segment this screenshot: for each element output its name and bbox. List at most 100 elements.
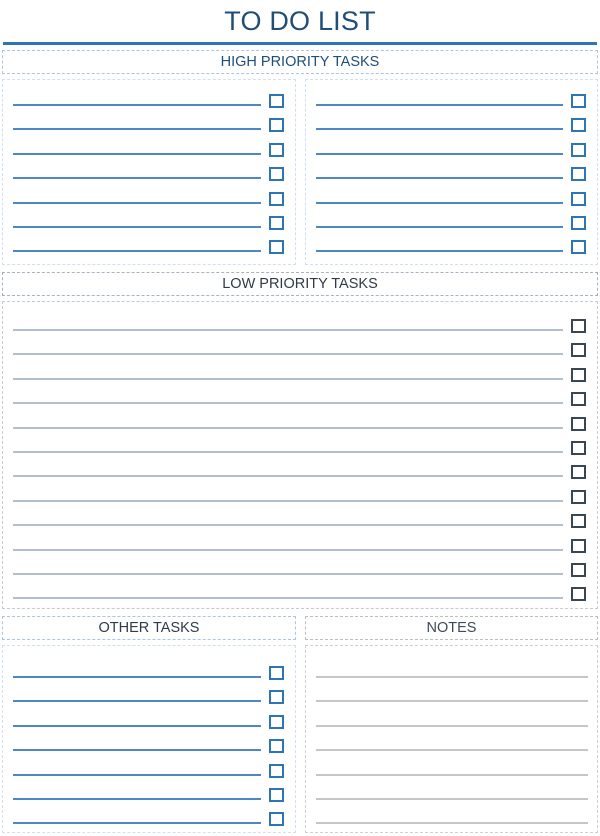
low-priority-task-checkbox[interactable] [571, 319, 586, 333]
other-task-row [3, 779, 295, 803]
other-task-write-line[interactable] [13, 773, 261, 776]
high-priority-task-write-line[interactable] [316, 177, 563, 180]
note-write-line[interactable] [316, 822, 588, 825]
high-priority-task-row [3, 85, 295, 109]
high-priority-task-checkbox[interactable] [571, 167, 586, 182]
other-task-row [3, 803, 295, 827]
low-priority-task-checkbox[interactable] [571, 441, 586, 455]
other-task-checkbox[interactable] [269, 714, 284, 729]
low-priority-task-write-line[interactable] [13, 475, 563, 478]
high-priority-task-write-line[interactable] [13, 201, 261, 204]
high-priority-column-right [305, 79, 598, 265]
other-task-row [3, 681, 295, 705]
high-priority-task-checkbox[interactable] [269, 240, 284, 255]
high-priority-task-checkbox[interactable] [571, 94, 586, 108]
high-priority-task-checkbox[interactable] [571, 118, 586, 133]
low-priority-task-write-line[interactable] [13, 426, 563, 429]
low-priority-task-row [3, 578, 597, 602]
high-priority-task-write-line[interactable] [13, 104, 261, 106]
high-priority-task-row [306, 207, 597, 231]
other-task-row [3, 657, 295, 681]
page-title: TO DO LIST [224, 6, 376, 36]
high-priority-task-checkbox[interactable] [571, 191, 586, 206]
note-row [306, 681, 597, 705]
other-task-write-line[interactable] [13, 676, 261, 678]
high-priority-task-write-line[interactable] [316, 201, 563, 204]
high-priority-task-checkbox[interactable] [269, 118, 284, 133]
high-priority-task-write-line[interactable] [13, 250, 261, 253]
high-priority-task-row [306, 109, 597, 133]
low-priority-task-write-line[interactable] [13, 573, 563, 575]
low-priority-task-row [3, 530, 597, 554]
title-divider [3, 42, 597, 45]
low-priority-task-checkbox[interactable] [571, 563, 586, 577]
low-priority-task-checkbox[interactable] [571, 514, 586, 529]
low-priority-task-write-line[interactable] [13, 499, 563, 502]
note-write-line[interactable] [316, 724, 588, 727]
high-priority-task-row [306, 158, 597, 182]
high-priority-task-write-line[interactable] [13, 177, 261, 180]
high-priority-task-write-line[interactable] [13, 226, 261, 228]
low-priority-task-checkbox[interactable] [571, 538, 586, 553]
low-priority-task-checkbox[interactable] [571, 392, 586, 407]
other-task-checkbox[interactable] [269, 788, 284, 802]
other-task-write-line[interactable] [13, 749, 261, 752]
low-priority-task-checkbox[interactable] [571, 343, 586, 358]
note-write-line[interactable] [316, 700, 588, 703]
high-priority-task-write-line[interactable] [316, 104, 563, 106]
other-tasks-header: OTHER TASKS [2, 616, 296, 640]
note-write-line[interactable] [316, 749, 588, 752]
low-priority-task-checkbox[interactable] [571, 489, 586, 504]
notes-area [305, 645, 598, 833]
low-priority-task-write-line[interactable] [13, 524, 563, 527]
high-priority-header: HIGH PRIORITY TASKS [2, 50, 598, 74]
low-priority-task-row [3, 456, 597, 480]
other-task-checkbox[interactable] [269, 666, 284, 680]
other-task-checkbox[interactable] [269, 690, 284, 705]
other-task-write-line[interactable] [13, 822, 261, 825]
low-priority-header: LOW PRIORITY TASKS [2, 272, 598, 296]
high-priority-task-checkbox[interactable] [269, 216, 284, 230]
note-write-line[interactable] [316, 676, 588, 678]
other-task-row [3, 706, 295, 730]
low-priority-task-row [3, 334, 597, 358]
high-priority-task-checkbox[interactable] [269, 191, 284, 206]
low-priority-task-checkbox[interactable] [571, 587, 586, 602]
other-task-write-line[interactable] [13, 700, 261, 703]
high-priority-task-write-line[interactable] [13, 152, 261, 155]
high-priority-task-write-line[interactable] [13, 128, 261, 131]
high-priority-task-write-line[interactable] [316, 226, 563, 228]
low-priority-task-write-line[interactable] [13, 548, 563, 551]
low-priority-task-row [3, 505, 597, 529]
high-priority-task-write-line[interactable] [316, 152, 563, 155]
low-priority-list [2, 301, 598, 609]
low-priority-task-write-line[interactable] [13, 353, 563, 356]
low-priority-task-row [3, 481, 597, 505]
high-priority-task-row [3, 158, 295, 182]
high-priority-task-write-line[interactable] [316, 128, 563, 131]
low-priority-task-write-line[interactable] [13, 377, 563, 380]
low-priority-task-write-line[interactable] [13, 402, 563, 405]
other-task-checkbox[interactable] [269, 763, 284, 778]
note-write-line[interactable] [316, 773, 588, 776]
other-task-checkbox[interactable] [269, 739, 284, 754]
other-task-write-line[interactable] [13, 798, 261, 800]
other-task-checkbox[interactable] [269, 812, 284, 827]
low-priority-task-write-line[interactable] [13, 451, 563, 453]
high-priority-task-checkbox[interactable] [571, 216, 586, 230]
high-priority-task-row [306, 134, 597, 158]
high-priority-task-write-line[interactable] [316, 250, 563, 253]
note-write-line[interactable] [316, 798, 588, 800]
high-priority-task-checkbox[interactable] [571, 240, 586, 255]
low-priority-task-checkbox[interactable] [571, 416, 586, 431]
low-priority-task-checkbox[interactable] [571, 367, 586, 382]
low-priority-task-write-line[interactable] [13, 597, 563, 600]
high-priority-column-left [2, 79, 296, 265]
high-priority-task-checkbox[interactable] [269, 167, 284, 182]
high-priority-task-checkbox[interactable] [571, 142, 586, 157]
other-task-write-line[interactable] [13, 724, 261, 727]
high-priority-task-checkbox[interactable] [269, 94, 284, 108]
high-priority-task-checkbox[interactable] [269, 142, 284, 157]
low-priority-task-write-line[interactable] [13, 329, 563, 331]
low-priority-task-checkbox[interactable] [571, 465, 586, 480]
